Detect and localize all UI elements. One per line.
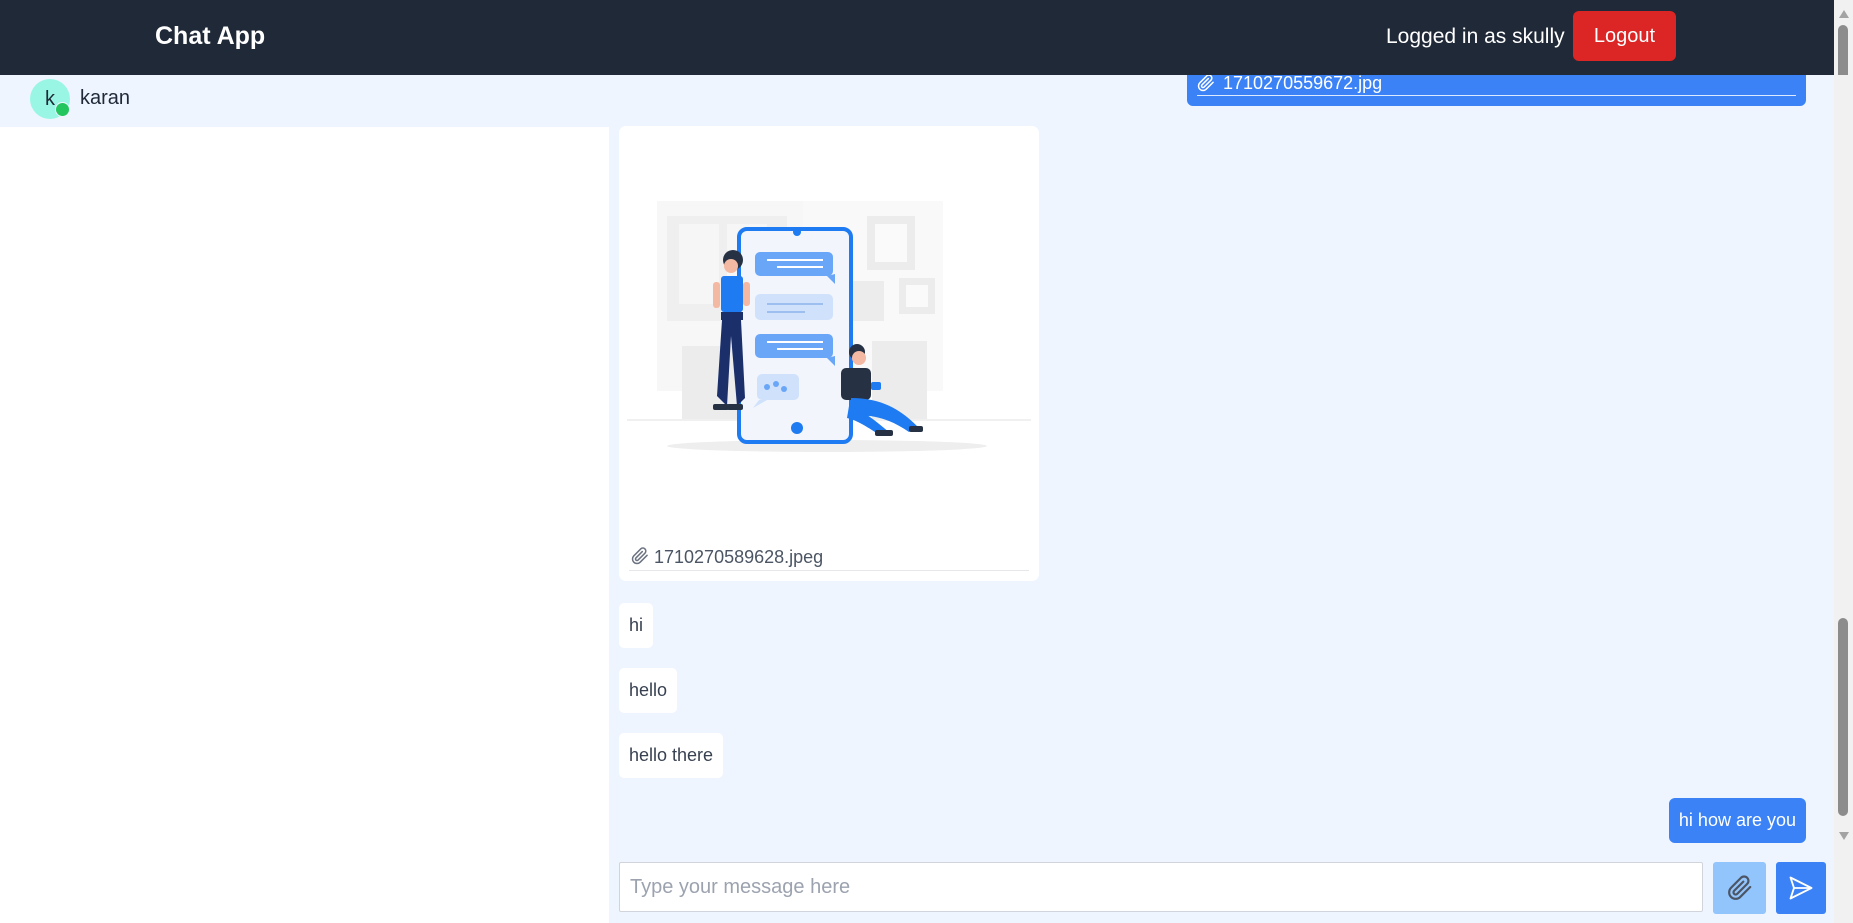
message-input[interactable] — [619, 862, 1703, 912]
contact-item-karan[interactable]: k karan — [0, 75, 609, 127]
scroll-up-arrow-icon[interactable] — [1839, 10, 1849, 18]
sent-file-name[interactable]: 1710270559672.jpg — [1223, 73, 1382, 94]
paperclip-icon — [631, 547, 648, 565]
scrollbar-thumb[interactable] — [1838, 618, 1848, 816]
chat-illustration-image[interactable] — [627, 136, 1031, 536]
paperclip-icon — [1197, 74, 1214, 92]
received-file-name[interactable]: 1710270589628.jpeg — [654, 547, 823, 568]
sent-message: hi how are you — [1668, 798, 1806, 843]
chat-scrollbar[interactable] — [1834, 75, 1853, 923]
received-message: hello — [619, 668, 678, 713]
received-message: hi — [619, 603, 654, 648]
scroll-down-arrow-icon[interactable] — [1839, 832, 1849, 840]
received-message: hello there — [619, 733, 724, 778]
online-status-indicator — [55, 102, 70, 117]
divider — [629, 570, 1029, 571]
scrollbar-thumb[interactable] — [1838, 25, 1848, 75]
logout-button[interactable]: Logout — [1573, 11, 1676, 61]
navbar: Chat App Logged in as skully Logout — [0, 0, 1853, 75]
contact-name: karan — [80, 87, 131, 109]
send-icon — [1789, 876, 1813, 900]
app-title: Chat App — [155, 22, 266, 50]
page-scrollbar[interactable] — [1834, 0, 1853, 75]
attach-file-button[interactable] — [1713, 862, 1766, 914]
divider — [1197, 95, 1796, 96]
send-button[interactable] — [1776, 862, 1826, 914]
received-image-message[interactable]: 1710270589628.jpeg — [619, 126, 1039, 581]
contact-list-panel — [0, 127, 609, 923]
paperclip-icon — [1727, 875, 1751, 900]
logged-in-label: Logged in as skully — [1386, 25, 1565, 48]
